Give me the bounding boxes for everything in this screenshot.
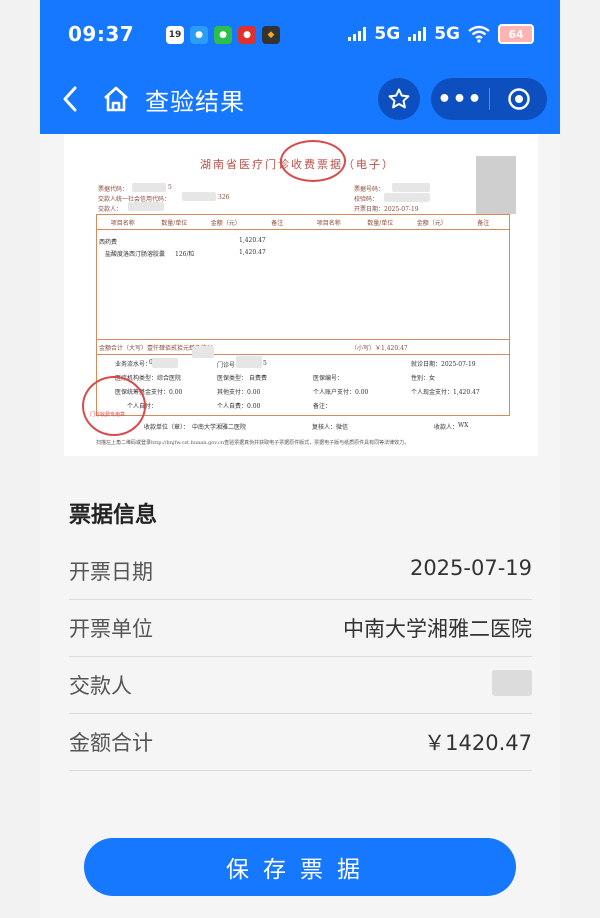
status-time: 09:37 [68, 22, 135, 46]
signal-icon-2 [408, 27, 427, 41]
detail-field: 个人自费：0.00 [217, 403, 261, 410]
meta-date: 开票日期：2025-07-19 [354, 206, 419, 213]
detail-field: 性别：女 [411, 375, 436, 382]
message-icon: ● [190, 26, 208, 44]
calendar-icon: 19 [166, 26, 184, 44]
back-icon[interactable] [58, 84, 82, 114]
receipt-table-header: 项目名称 数量/单位 金额（元） 备注 项目名称 数量/单位 金额（元） 备注 [97, 215, 509, 230]
more-icon[interactable]: ••• [431, 87, 489, 112]
network-status: 5G 5G 64 [348, 24, 534, 44]
detail-field: 个人账户支付：0.00 [313, 389, 369, 396]
wechat-icon: ● [214, 26, 232, 44]
wifi-icon [468, 25, 490, 43]
page-title: 查验结果 [145, 88, 245, 116]
redacted-area [152, 358, 178, 368]
detail-field: 就诊日期：2025-07-19 [411, 361, 476, 368]
info-value: 中南大学湘雅二医院 [343, 617, 532, 641]
red-app-icon: ● [238, 26, 256, 44]
info-section-title: 票据信息 [69, 503, 158, 528]
receipt-table: 项目名称 数量/单位 金额（元） 备注 项目名称 数量/单位 金额（元） 备注 … [96, 214, 510, 416]
detail-field: 个人现金支付：1,420.47 [411, 389, 480, 396]
payer-redacted [492, 670, 532, 696]
meta-credit-tail: 326 [218, 194, 230, 201]
detail-field-partial: 5 [263, 360, 267, 367]
redacted-area [132, 183, 166, 192]
info-value: 2025-07-19 [409, 556, 532, 580]
receipt-footer-note: 扫描左上角二维码或登录http://hnjfw.czt.hunan.gov.cn… [96, 440, 410, 446]
redacted-area [236, 356, 262, 368]
info-label: 金额合计 [69, 731, 153, 755]
detail-field: 医保编号： [313, 375, 344, 382]
info-label: 开票日期 [69, 560, 153, 584]
game-app-icon: ◆ [262, 26, 280, 44]
reviewer-label: 复核人： [312, 424, 337, 431]
redacted-area [128, 202, 164, 211]
stamp-text: 门诊收费专用章 [90, 412, 126, 418]
battery-icon: 64 [498, 24, 534, 44]
network-type-1: 5G [374, 24, 401, 44]
receipt-title: 湖南省医疗门诊收费票据（电子） [200, 158, 395, 171]
star-icon [388, 88, 410, 109]
target-icon [507, 88, 530, 110]
close-program-button[interactable] [490, 87, 547, 111]
detail-field: 医保类型： [217, 375, 248, 382]
redacted-area [392, 183, 430, 192]
issuer-label: 收款单位（章）： [144, 424, 190, 431]
info-value: ￥1420.47 [424, 731, 532, 755]
info-label: 交款人 [69, 674, 132, 698]
info-row-payer: 交款人 [69, 656, 532, 714]
item-amount: 1,420.47 [239, 237, 266, 244]
detail-field: 备注： [313, 403, 332, 410]
detail-field: 业务流水号： [115, 361, 152, 368]
item-name: 盐酸度洛西汀肠溶胶囊 [105, 251, 166, 258]
payee-label: 收款人： [434, 424, 459, 431]
item-amount: 1,420.47 [239, 249, 266, 256]
bottom-stamp [82, 376, 146, 436]
mini-program-capsule: ••• [431, 78, 547, 120]
save-receipt-button[interactable]: 保存票据 [84, 838, 516, 896]
receipt-sum-row: 金额合计（大写）壹仟肆佰贰拾元肆角柒分 （小写）￥1,420.47 [97, 339, 509, 355]
payee-value: WX [458, 422, 469, 429]
sum-lowercase: （小写）￥1,420.47 [351, 345, 408, 352]
item-name: 西药费 [99, 239, 118, 246]
info-row-issuer: 开票单位 中南大学湘雅二医院 [69, 599, 532, 657]
app-header: 09:37 19 ● ● ● ◆ 5G 5G 64 查验结果 ••• [40, 0, 560, 134]
favorite-button[interactable] [378, 78, 420, 120]
status-bar: 09:37 19 ● ● ● ◆ 5G 5G 64 [40, 22, 560, 54]
network-type-2: 5G [434, 24, 460, 44]
receipt-image: 湖南省医疗门诊收费票据（电子） 票据代码： 交款人统一社会信用代码： 交款人： … [64, 134, 538, 456]
redacted-area [384, 193, 430, 202]
qr-code [476, 156, 516, 214]
meta-code-tail: 5 [168, 184, 172, 191]
signal-icon [348, 27, 367, 41]
info-label: 开票单位 [69, 617, 153, 641]
item-qty: 126/粒 [175, 251, 195, 258]
phone-screen: 09:37 19 ● ● ● ◆ 5G 5G 64 查验结果 ••• 湖南省医疗… [40, 0, 560, 918]
redacted-area [192, 346, 214, 358]
redacted-area [182, 192, 216, 201]
reviewer-value: 微信 [336, 424, 349, 431]
info-row-date: 开票日期 2025-07-19 [69, 542, 532, 600]
info-row-amount: 金额合计 ￥1420.47 [69, 713, 532, 771]
detail-field: 自费费 [249, 375, 268, 382]
notification-icons: 19 ● ● ● ◆ [166, 26, 280, 44]
home-icon[interactable] [102, 84, 130, 114]
detail-field: 其他支付：0.00 [217, 389, 261, 396]
nav-bar: 查验结果 ••• [40, 76, 560, 122]
issuer-name: 中南大学湘雅二医院 [192, 424, 247, 431]
